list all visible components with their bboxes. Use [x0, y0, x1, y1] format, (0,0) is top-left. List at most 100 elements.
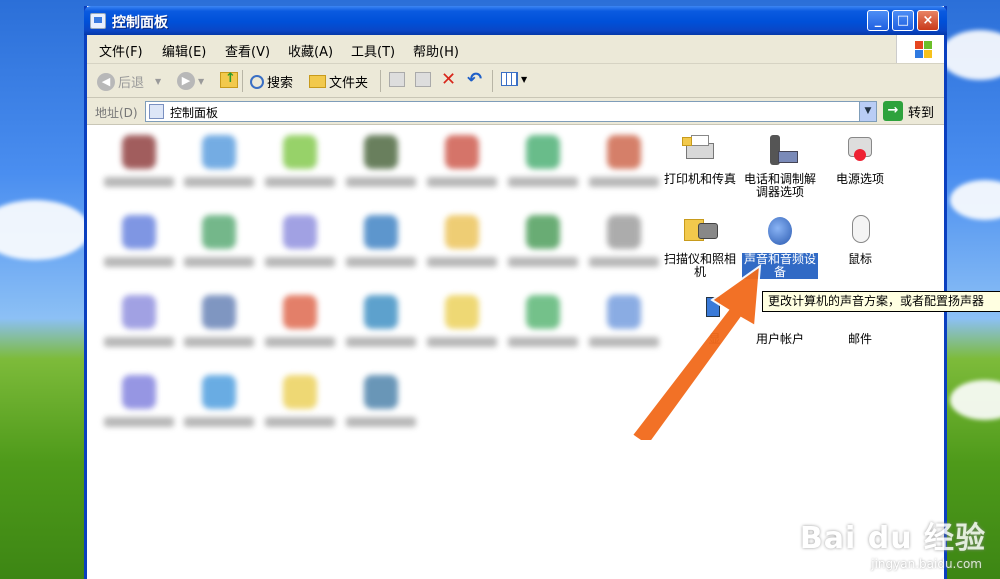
blurred-item — [262, 135, 338, 187]
blurred-item — [586, 135, 662, 187]
forward-arrow-icon: ▶ — [177, 72, 195, 90]
blurred-item — [181, 215, 257, 267]
blurred-item — [101, 135, 177, 187]
windows-logo-icon — [896, 35, 944, 63]
toolbar: ◀ 后退 ▼ ▶ ▼ ↑ 搜索 文件夹 ✕ ↶ ▼ — [87, 64, 944, 98]
address-bar: 地址(D) 控制面板 ▼ → 转到 — [87, 98, 944, 125]
blurred-item — [343, 215, 419, 267]
item-label: 打印机和传真 — [663, 172, 736, 186]
window-title: 控制面板 — [112, 15, 168, 31]
item-label: 电源选项 — [835, 172, 884, 186]
blurred-item — [101, 295, 177, 347]
address-label: 地址(D) — [95, 106, 138, 120]
blurred-item — [343, 135, 419, 187]
maximize-button[interactable]: □ — [892, 10, 914, 31]
views-button[interactable]: ▼ — [501, 72, 527, 86]
power-icon — [842, 133, 878, 169]
menu-tools[interactable]: 工具(T) — [351, 41, 395, 60]
undo-icon: ↶ — [467, 69, 483, 90]
scanner-icon — [682, 213, 718, 249]
move-to-icon — [389, 72, 405, 87]
speaker-icon — [762, 213, 798, 249]
phone-and-modem-item[interactable]: 电话和调制解调器选项 — [742, 133, 818, 199]
control-panel-icon — [149, 104, 164, 119]
desktop-cloud — [940, 30, 1000, 80]
search-icon — [250, 74, 264, 89]
item-label: 鼠标 — [847, 252, 872, 266]
views-grid-icon — [501, 72, 518, 86]
blurred-item — [262, 295, 338, 347]
forward-button[interactable]: ▶ ▼ — [177, 72, 204, 90]
blurred-item — [343, 295, 419, 347]
chevron-down-icon: ▼ — [155, 77, 162, 86]
up-folder-button[interactable]: ↑ — [220, 71, 238, 88]
blurred-item — [505, 135, 581, 187]
printers-and-faxes-item[interactable]: 打印机和传真 — [662, 133, 738, 186]
search-button[interactable]: 搜索 — [250, 72, 293, 91]
folders-label: 文件夹 — [329, 76, 369, 91]
menu-view[interactable]: 查看(V) — [225, 41, 270, 60]
blurred-item — [181, 295, 257, 347]
blurred-item — [181, 135, 257, 187]
toolbar-separator — [492, 70, 493, 92]
control-panel-icon — [90, 13, 106, 29]
address-value: 控制面板 — [170, 106, 219, 120]
folders-button[interactable]: 文件夹 — [309, 72, 368, 91]
blurred-item — [424, 295, 500, 347]
menu-file[interactable]: 文件(F) — [99, 41, 143, 60]
go-button[interactable]: → 转到 — [883, 101, 934, 121]
undo-button[interactable]: ↶ — [467, 69, 483, 90]
desktop-cloud — [950, 380, 1000, 420]
item-label: 电话和调制解调器选项 — [743, 172, 816, 199]
address-dropdown-button[interactable]: ▼ — [859, 102, 876, 121]
blurred-item — [424, 135, 500, 187]
printer-icon — [682, 133, 718, 169]
address-input[interactable]: 控制面板 ▼ — [145, 101, 877, 122]
minimize-button[interactable]: _ — [867, 10, 889, 31]
blurred-item — [505, 295, 581, 347]
back-label: 后退 — [118, 76, 145, 91]
back-button[interactable]: ◀ 后退 ▼ — [97, 72, 161, 91]
menu-help[interactable]: 帮助(H) — [413, 41, 459, 60]
up-folder-icon: ↑ — [220, 71, 238, 88]
copy-to-icon — [415, 72, 431, 87]
blurred-item — [262, 215, 338, 267]
go-label: 转到 — [908, 105, 935, 121]
menu-edit[interactable]: 编辑(E) — [162, 41, 206, 60]
blurred-item — [101, 375, 177, 427]
annotation-arrow-icon — [630, 263, 762, 440]
phone-icon — [762, 133, 798, 169]
menu-favorites[interactable]: 收藏(A) — [288, 41, 333, 60]
item-label: 邮件 — [847, 332, 872, 346]
toolbar-separator — [380, 70, 381, 92]
folder-icon — [309, 75, 326, 88]
move-to-button[interactable] — [389, 72, 405, 87]
blurred-item — [181, 375, 257, 427]
menu-bar: 文件(F) 编辑(E) 查看(V) 收藏(A) 工具(T) 帮助(H) — [87, 35, 944, 64]
desktop-cloud — [0, 200, 90, 260]
blurred-item — [262, 375, 338, 427]
back-arrow-icon: ◀ — [97, 72, 115, 91]
blurred-item — [424, 215, 500, 267]
toolbar-separator — [242, 70, 243, 92]
baidu-watermark: Bai du 经验 — [799, 521, 986, 556]
title-bar[interactable]: 控制面板 _ □ × — [84, 6, 947, 35]
delete-x-icon: ✕ — [441, 69, 457, 90]
tooltip: 更改计算机的声音方案，或者配置扬声器 — [762, 291, 1000, 312]
mouse-icon — [842, 213, 878, 249]
go-arrow-icon: → — [883, 101, 903, 121]
delete-button[interactable]: ✕ — [441, 69, 457, 90]
chevron-down-icon: ▼ — [198, 76, 205, 86]
blurred-item — [343, 375, 419, 427]
control-panel-content: 打印机和传真 电话和调制解调器选项 电源选项 扫描仪和照相机 声音和音频设备 鼠… — [87, 125, 944, 579]
copy-to-button[interactable] — [415, 72, 431, 87]
desktop-cloud — [950, 180, 1000, 220]
close-button[interactable]: × — [917, 10, 939, 31]
chevron-down-icon: ▼ — [521, 74, 528, 84]
search-label: 搜索 — [267, 76, 294, 91]
baidu-watermark-url: jingyan.baidu.com — [871, 557, 982, 571]
mouse-item[interactable]: 鼠标 — [822, 213, 898, 266]
blurred-item — [505, 215, 581, 267]
power-options-item[interactable]: 电源选项 — [822, 133, 898, 186]
blurred-item — [101, 215, 177, 267]
